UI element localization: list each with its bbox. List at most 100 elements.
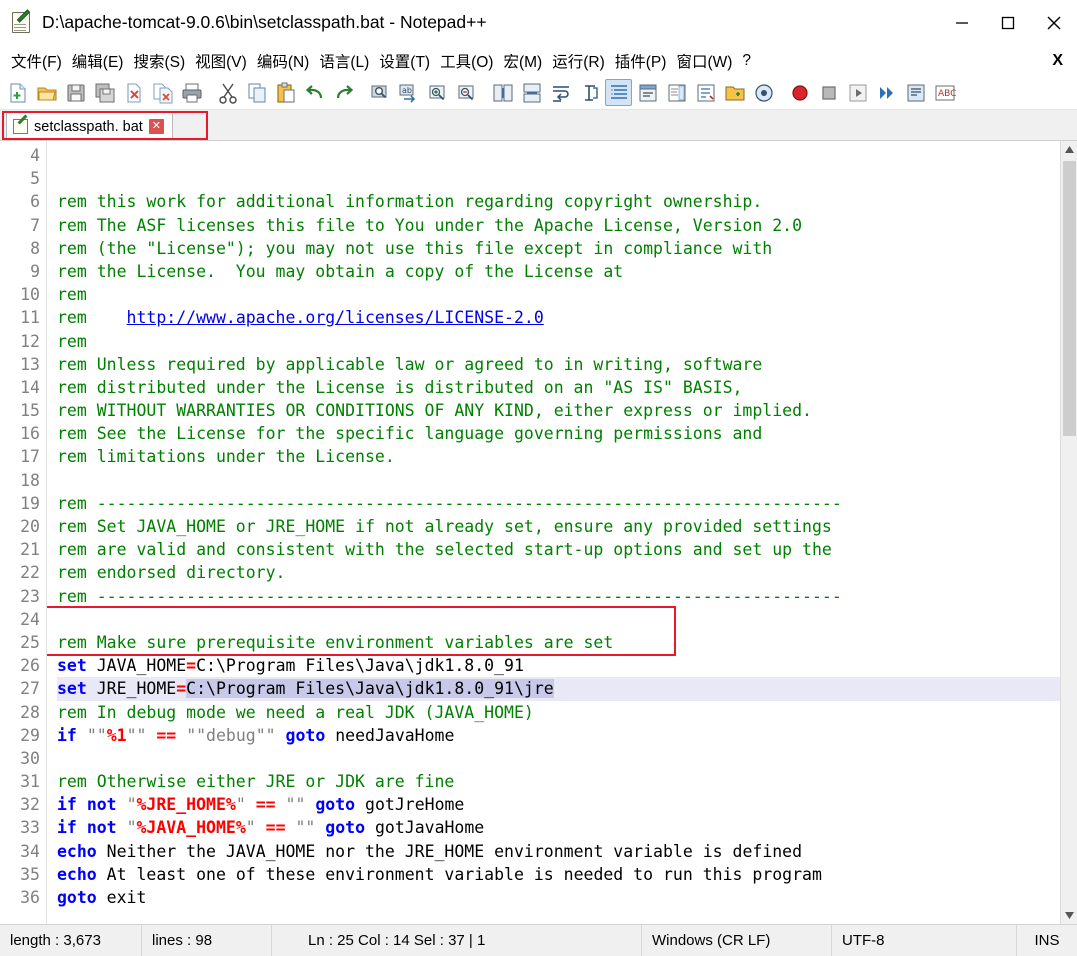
show-indent-guide-icon[interactable] — [605, 79, 632, 106]
copy-icon[interactable] — [243, 79, 270, 106]
line-number: 20 — [20, 517, 40, 536]
code-line[interactable]: rem Unless required by applicable law or… — [57, 353, 1060, 376]
undo-icon[interactable] — [301, 79, 328, 106]
code-line[interactable]: rem this work for additional information… — [57, 190, 1060, 213]
show-all-characters-icon[interactable] — [576, 79, 603, 106]
menu-plugins[interactable]: 插件(P) — [610, 48, 672, 74]
menu-edit[interactable]: 编辑(E) — [67, 48, 129, 74]
menu-tools[interactable]: 工具(O) — [435, 48, 498, 74]
show-document-map-icon[interactable] — [663, 79, 690, 106]
run-macro-multiple-times-icon[interactable] — [873, 79, 900, 106]
code-line[interactable]: rem ------------------------------------… — [57, 585, 1060, 608]
menu-encoding[interactable]: 编码(N) — [252, 48, 315, 74]
tab-close-icon[interactable]: ✕ — [148, 119, 164, 134]
status-encoding[interactable]: UTF-8 — [832, 924, 1017, 956]
code-line[interactable] — [57, 747, 1060, 770]
code-line[interactable]: rem See the License for the specific lan… — [57, 422, 1060, 445]
window-title: D:\apache-tomcat-9.0.6\bin\setclasspath.… — [42, 12, 487, 32]
menu-help[interactable]: ? — [737, 50, 756, 72]
close-all-files-icon[interactable] — [149, 79, 176, 106]
scroll-up-arrow-icon[interactable] — [1061, 141, 1077, 158]
title-bar: D:\apache-tomcat-9.0.6\bin\setclasspath.… — [0, 0, 1077, 46]
code-line[interactable]: goto exit — [57, 886, 1060, 909]
new-file-icon[interactable] — [4, 79, 31, 106]
close-file-icon[interactable] — [120, 79, 147, 106]
menu-macro[interactable]: 宏(M) — [498, 48, 547, 74]
save-current-recorded-macro-icon[interactable] — [902, 79, 929, 106]
menu-view[interactable]: 视图(V) — [190, 48, 252, 74]
code-token: Neither the JAVA_HOME nor the JRE_HOME e… — [96, 841, 803, 861]
code-line[interactable]: rem Make sure prerequisite environment v… — [57, 631, 1060, 654]
code-line[interactable]: rem endorsed directory. — [57, 561, 1060, 584]
menu-run[interactable]: 运行(R) — [547, 48, 610, 74]
monitoring-icon[interactable] — [750, 79, 777, 106]
code-token: rem Set JAVA_HOME or JRE_HOME if not alr… — [57, 517, 832, 537]
sync-horizontal-scroll-icon[interactable] — [518, 79, 545, 106]
scrollbar-thumb[interactable] — [1063, 161, 1076, 436]
code-line[interactable]: rem http://www.apache.org/licenses/LICEN… — [57, 306, 1060, 329]
code-line[interactable] — [57, 469, 1060, 492]
code-line[interactable]: rem The ASF licenses this file to You un… — [57, 214, 1060, 237]
save-file-icon[interactable] — [62, 79, 89, 106]
redo-icon[interactable] — [330, 79, 357, 106]
menu-search[interactable]: 搜索(S) — [128, 48, 190, 74]
scroll-down-arrow-icon[interactable] — [1061, 907, 1077, 924]
close-button[interactable] — [1031, 0, 1077, 46]
code-line[interactable]: rem are valid and consistent with the se… — [57, 538, 1060, 561]
code-line[interactable]: rem In debug mode we need a real JDK (JA… — [57, 701, 1060, 724]
zoom-out-icon[interactable] — [453, 79, 480, 106]
print-icon[interactable] — [178, 79, 205, 106]
folder-as-workspace-icon[interactable] — [721, 79, 748, 106]
cut-icon[interactable] — [214, 79, 241, 106]
code-line[interactable]: rem the License. You may obtain a copy o… — [57, 260, 1060, 283]
ui-user-defined-dialog-icon[interactable] — [634, 79, 661, 106]
code-line[interactable]: rem distributed under the License is dis… — [57, 376, 1060, 399]
zoom-in-icon[interactable] — [424, 79, 451, 106]
status-insert-mode[interactable]: INS — [1017, 925, 1077, 956]
minimize-button[interactable] — [939, 0, 985, 46]
code-line[interactable]: rem Otherwise either JRE or JDK are fine — [57, 770, 1060, 793]
run-icon[interactable]: ABC — [931, 79, 958, 106]
vertical-scrollbar[interactable] — [1060, 141, 1077, 924]
code-line[interactable]: echo At least one of these environment v… — [57, 863, 1060, 886]
editor-area[interactable]: 4 5 6 7 8 9 10 11 12 13 14 15 16 17 18 19 20 21 22 23 24 25 26… — [0, 141, 1077, 924]
code-line[interactable] — [57, 608, 1060, 631]
code-line[interactable]: rem — [57, 283, 1060, 306]
maximize-button[interactable] — [985, 0, 1031, 46]
line-number: 6 — [30, 192, 40, 212]
replace-icon[interactable]: ab — [395, 79, 422, 106]
code-line[interactable]: rem limitations under the License. — [57, 445, 1060, 468]
find-icon[interactable] — [366, 79, 393, 106]
paste-icon[interactable] — [272, 79, 299, 106]
function-list-icon[interactable] — [692, 79, 719, 106]
tab-setclasspath-bat[interactable]: setclasspath. bat ✕ — [6, 112, 173, 140]
code-line[interactable] — [57, 909, 1060, 924]
save-all-icon[interactable] — [91, 79, 118, 106]
record-macro-icon[interactable] — [786, 79, 813, 106]
code-line[interactable]: set JAVA_HOME=C:\Program Files\Java\jdk1… — [57, 654, 1060, 677]
code-line[interactable]: rem (the "License"); you may not use thi… — [57, 237, 1060, 260]
menu-file[interactable]: 文件(F) — [6, 48, 67, 74]
code-line[interactable]: if ""%1"" == ""debug"" goto needJavaHome — [57, 724, 1060, 747]
code-line[interactable]: rem ------------------------------------… — [57, 492, 1060, 515]
line-number: 27 — [20, 679, 40, 699]
status-eol[interactable]: Windows (CR LF) — [642, 924, 832, 956]
code-text[interactable]: rem this work for additional information… — [47, 141, 1060, 924]
code-line[interactable]: rem WITHOUT WARRANTIES OR CONDITIONS OF … — [57, 399, 1060, 422]
sync-vertical-scroll-icon[interactable] — [489, 79, 516, 106]
word-wrap-icon[interactable] — [547, 79, 574, 106]
playback-icon[interactable] — [844, 79, 871, 106]
code-line[interactable]: set JRE_HOME=C:\Program Files\Java\jdk1.… — [57, 677, 1060, 701]
menu-window[interactable]: 窗口(W) — [671, 48, 737, 74]
code-line[interactable]: rem — [57, 330, 1060, 353]
menu-settings[interactable]: 设置(T) — [374, 48, 435, 74]
code-line[interactable]: if not "%JRE_HOME%" == "" goto gotJreHom… — [57, 793, 1060, 816]
code-line[interactable]: echo Neither the JAVA_HOME nor the JRE_H… — [57, 840, 1060, 863]
code-line[interactable]: rem Set JAVA_HOME or JRE_HOME if not alr… — [57, 515, 1060, 538]
code-line[interactable]: if not "%JAVA_HOME%" == "" goto gotJavaH… — [57, 816, 1060, 839]
menu-language[interactable]: 语言(L) — [314, 48, 374, 74]
stop-recording-icon[interactable] — [815, 79, 842, 106]
open-file-icon[interactable] — [33, 79, 60, 106]
close-document-button[interactable]: X — [1052, 52, 1077, 70]
